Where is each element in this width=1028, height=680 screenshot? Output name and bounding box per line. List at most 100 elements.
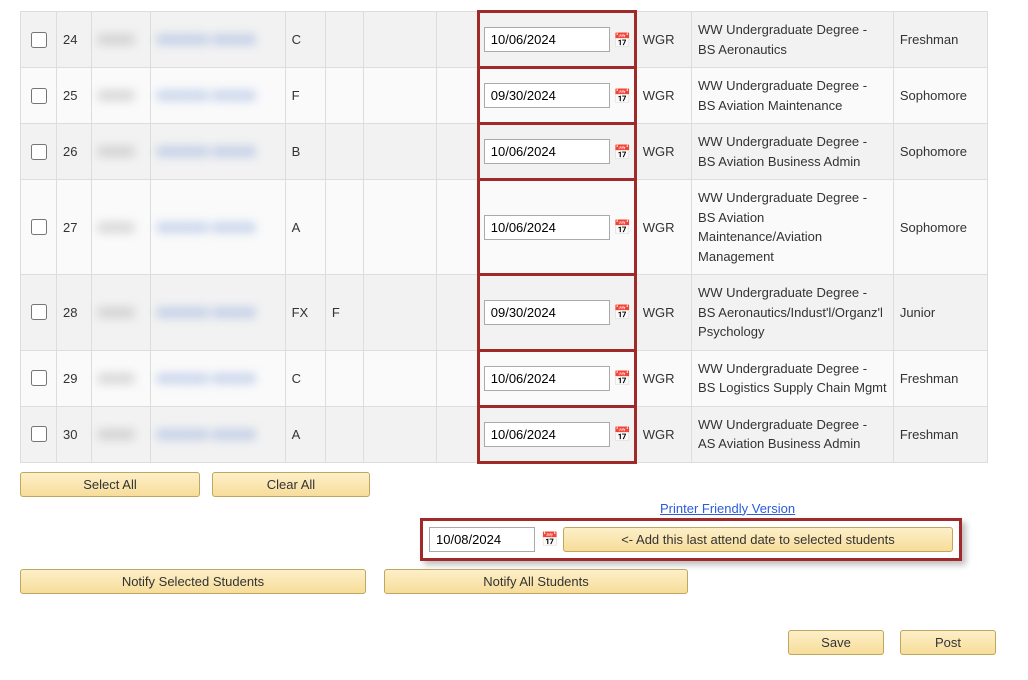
- grade-cell: F: [285, 68, 325, 124]
- code-cell: WGR: [635, 350, 691, 406]
- row-number: 24: [57, 12, 92, 68]
- calendar-icon[interactable]: 📅: [614, 144, 630, 160]
- table-row: 29 00000 XXXXXX XXXXX C 📅 WGR WW Undergr…: [21, 350, 988, 406]
- row-number: 29: [57, 350, 92, 406]
- calendar-icon[interactable]: 📅: [541, 531, 557, 547]
- row-number: 28: [57, 275, 92, 351]
- row-checkbox[interactable]: [31, 426, 47, 442]
- student-name[interactable]: XXXXXX XXXXX: [150, 406, 285, 462]
- degree-cell: WW Undergraduate Degree - BS Aviation Bu…: [692, 124, 894, 180]
- notify-all-button[interactable]: Notify All Students: [384, 569, 688, 594]
- save-controls: Save Post: [20, 630, 1008, 655]
- select-all-button[interactable]: Select All: [20, 472, 200, 497]
- notify-selected-button[interactable]: Notify Selected Students: [20, 569, 366, 594]
- blank-cell-1: [364, 124, 437, 180]
- row-checkbox[interactable]: [31, 88, 47, 104]
- table-row: 26 00000 XXXXXX XXXXX B 📅 WGR WW Undergr…: [21, 124, 988, 180]
- grade-cell: C: [285, 12, 325, 68]
- standing-cell: Sophomore: [893, 68, 987, 124]
- blank-cell-1: [364, 406, 437, 462]
- calendar-icon[interactable]: 📅: [614, 304, 630, 320]
- blank-cell-1: [364, 350, 437, 406]
- last-attend-date-input[interactable]: [484, 422, 610, 447]
- table-row: 24 00000 XXXXXX XXXXX C 📅 WGR WW Undergr…: [21, 12, 988, 68]
- grade2-cell: [325, 350, 363, 406]
- student-name[interactable]: XXXXXX XXXXX: [150, 68, 285, 124]
- code-cell: WGR: [635, 124, 691, 180]
- bulk-date-input[interactable]: [429, 527, 535, 552]
- last-attend-date-input[interactable]: [484, 139, 610, 164]
- student-name[interactable]: XXXXXX XXXXX: [150, 275, 285, 351]
- row-number: 27: [57, 180, 92, 275]
- student-name[interactable]: XXXXXX XXXXX: [150, 12, 285, 68]
- standing-cell: Freshman: [893, 350, 987, 406]
- student-name[interactable]: XXXXXX XXXXX: [150, 180, 285, 275]
- degree-cell: WW Undergraduate Degree - AS Aviation Bu…: [692, 406, 894, 462]
- grade2-cell: F: [325, 275, 363, 351]
- student-id: 00000: [92, 350, 151, 406]
- printer-friendly-link[interactable]: Printer Friendly Version: [660, 501, 795, 516]
- blank-cell-2: [436, 406, 478, 462]
- row-checkbox[interactable]: [31, 370, 47, 386]
- grade2-cell: [325, 124, 363, 180]
- date-cell: 📅: [478, 350, 635, 406]
- grade2-cell: [325, 68, 363, 124]
- standing-cell: Sophomore: [893, 180, 987, 275]
- calendar-icon[interactable]: 📅: [614, 370, 630, 386]
- blank-cell-1: [364, 180, 437, 275]
- student-name[interactable]: XXXXXX XXXXX: [150, 350, 285, 406]
- grade-cell: A: [285, 180, 325, 275]
- blank-cell-1: [364, 275, 437, 351]
- code-cell: WGR: [635, 180, 691, 275]
- table-row: 28 00000 XXXXXX XXXXX FX F 📅 WGR WW Unde…: [21, 275, 988, 351]
- grade2-cell: [325, 180, 363, 275]
- table-row: 30 00000 XXXXXX XXXXX A 📅 WGR WW Undergr…: [21, 406, 988, 462]
- save-button[interactable]: Save: [788, 630, 884, 655]
- student-name[interactable]: XXXXXX XXXXX: [150, 124, 285, 180]
- row-number: 26: [57, 124, 92, 180]
- row-checkbox[interactable]: [31, 304, 47, 320]
- calendar-icon[interactable]: 📅: [614, 426, 630, 442]
- post-button[interactable]: Post: [900, 630, 996, 655]
- blank-cell-2: [436, 180, 478, 275]
- row-checkbox[interactable]: [31, 219, 47, 235]
- row-checkbox[interactable]: [31, 144, 47, 160]
- code-cell: WGR: [635, 12, 691, 68]
- last-attend-date-input[interactable]: [484, 27, 610, 52]
- add-date-button[interactable]: <- Add this last attend date to selected…: [563, 527, 953, 552]
- selection-controls: Select All Clear All: [20, 472, 1008, 497]
- degree-cell: WW Undergraduate Degree - BS Aviation Ma…: [692, 68, 894, 124]
- blank-cell-2: [436, 12, 478, 68]
- calendar-icon[interactable]: 📅: [614, 219, 630, 235]
- blank-cell-2: [436, 124, 478, 180]
- standing-cell: Junior: [893, 275, 987, 351]
- student-id: 00000: [92, 12, 151, 68]
- row-checkbox[interactable]: [31, 32, 47, 48]
- grade2-cell: [325, 12, 363, 68]
- last-attend-date-input[interactable]: [484, 83, 610, 108]
- date-cell: 📅: [478, 12, 635, 68]
- table-row: 25 00000 XXXXXX XXXXX F 📅 WGR WW Undergr…: [21, 68, 988, 124]
- degree-cell: WW Undergraduate Degree - BS Aeronautics: [692, 12, 894, 68]
- calendar-icon[interactable]: 📅: [614, 88, 630, 104]
- clear-all-button[interactable]: Clear All: [212, 472, 370, 497]
- last-attend-date-input[interactable]: [484, 215, 610, 240]
- last-attend-date-input[interactable]: [484, 366, 610, 391]
- grade-cell: FX: [285, 275, 325, 351]
- blank-cell-2: [436, 68, 478, 124]
- student-id: 00000: [92, 406, 151, 462]
- date-cell: 📅: [478, 406, 635, 462]
- student-id: 00000: [92, 68, 151, 124]
- grade-cell: B: [285, 124, 325, 180]
- grade2-cell: [325, 406, 363, 462]
- date-cell: 📅: [478, 275, 635, 351]
- table-row: 27 00000 XXXXXX XXXXX A 📅 WGR WW Undergr…: [21, 180, 988, 275]
- calendar-icon[interactable]: 📅: [614, 32, 630, 48]
- notify-controls: Notify Selected Students Notify All Stud…: [20, 569, 1008, 594]
- degree-cell: WW Undergraduate Degree - BS Logistics S…: [692, 350, 894, 406]
- blank-cell-2: [436, 275, 478, 351]
- date-cell: 📅: [478, 124, 635, 180]
- blank-cell-2: [436, 350, 478, 406]
- last-attend-date-input[interactable]: [484, 300, 610, 325]
- standing-cell: Freshman: [893, 12, 987, 68]
